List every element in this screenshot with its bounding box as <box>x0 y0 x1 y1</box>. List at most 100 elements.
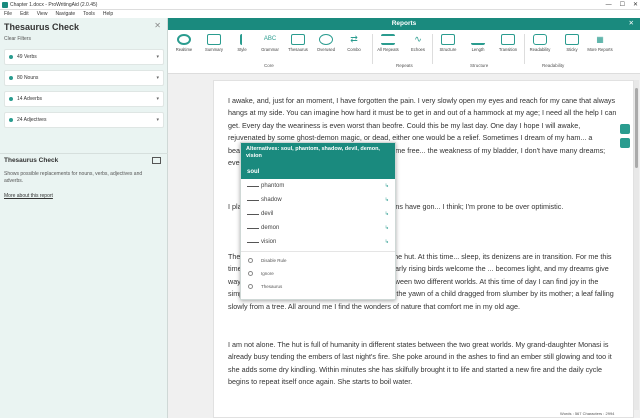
readability-icon <box>533 34 547 45</box>
scrollbar-thumb[interactable] <box>635 88 638 168</box>
group-separator <box>372 34 373 64</box>
filter-adverbs[interactable]: 14 Adverbs ▾ <box>4 91 164 107</box>
close-window-button[interactable]: ✕ <box>633 0 638 10</box>
tool-sticky[interactable]: Sticky <box>558 34 586 52</box>
tool-label: Structure <box>439 47 457 52</box>
menu-tools[interactable]: Tools <box>83 10 95 18</box>
tool-grammar[interactable]: ABC Grammar <box>256 34 284 52</box>
tool-combo[interactable]: ⇄ Combo <box>340 34 368 52</box>
tool-label: Transition <box>498 47 518 52</box>
replace-arrow-icon: ↳ <box>384 183 389 189</box>
chevron-down-icon: ▾ <box>156 96 159 102</box>
tool-label: Sticky <box>566 47 578 52</box>
user-icon[interactable] <box>620 124 630 134</box>
thesaurus-icon <box>291 34 305 45</box>
tool-realtime[interactable]: Realtime <box>170 34 198 52</box>
divider <box>0 153 168 154</box>
chevron-down-icon: ▾ <box>156 117 159 123</box>
dash-icon <box>247 242 259 243</box>
repeats-icon <box>381 34 395 45</box>
scrollbar[interactable] <box>634 80 639 410</box>
filter-adjectives[interactable]: 24 Adjectives ▾ <box>4 112 164 128</box>
maximize-button[interactable]: ☐ <box>620 0 625 10</box>
section-title: Thesaurus Check <box>4 157 59 164</box>
filter-nouns[interactable]: 80 Nouns ▾ <box>4 70 164 86</box>
more-about-link[interactable]: More about this report <box>4 193 53 199</box>
minimize-button[interactable]: — <box>606 0 612 10</box>
tool-readability[interactable]: Readability <box>526 34 554 52</box>
filter-label: 49 Verbs <box>17 54 37 60</box>
chart-icon[interactable] <box>620 138 630 148</box>
clear-filters-link[interactable]: Clear Filters <box>4 36 31 42</box>
tool-length[interactable]: Length <box>464 34 492 52</box>
filter-label: 24 Adjectives <box>17 117 47 123</box>
status-bar: Words : 567 Characters : 2994 <box>560 411 615 416</box>
thesaurus-icon <box>248 284 253 289</box>
tool-label: Grammar <box>261 47 279 52</box>
tool-label: Summary <box>205 47 223 52</box>
tool-overused[interactable]: Overused <box>312 34 340 52</box>
filter-dot-icon <box>9 97 13 101</box>
replace-arrow-icon: ↳ <box>384 239 389 245</box>
group-label-readability: Readability <box>542 63 565 68</box>
dash-icon <box>247 228 259 229</box>
thesaurus-option[interactable]: Thesaurus <box>241 280 395 293</box>
right-toolbar <box>618 120 632 160</box>
app-logo-icon <box>2 2 8 8</box>
tool-label: More Reports <box>587 47 613 52</box>
replace-arrow-icon: ↳ <box>384 211 389 217</box>
paragraph-4[interactable]: I am not alone. The hut is full of human… <box>228 339 618 389</box>
dash-icon <box>247 214 259 215</box>
summary-icon <box>207 34 221 45</box>
tool-more-reports[interactable]: ▦ More Reports <box>586 34 614 52</box>
reports-header: Reports ✕ <box>168 18 640 30</box>
menu-edit[interactable]: Edit <box>20 10 29 18</box>
replace-arrow-icon: ↳ <box>384 225 389 231</box>
tool-transition[interactable]: Transition <box>494 34 522 52</box>
menu-file[interactable]: File <box>4 10 12 18</box>
style-icon <box>240 34 244 45</box>
tool-summary[interactable]: Summary <box>200 34 228 52</box>
tool-label: Combo <box>347 47 361 52</box>
option-label: Thesaurus <box>261 284 283 289</box>
tool-structure[interactable]: Structure <box>434 34 462 52</box>
alternative-item[interactable]: demon ↳ <box>241 221 395 235</box>
tool-label: Thesaurus <box>288 47 308 52</box>
close-reports-icon[interactable]: ✕ <box>629 18 634 30</box>
alternative-label: demon <box>261 225 280 231</box>
group-separator <box>524 34 525 64</box>
disable-rule-option[interactable]: Disable Rule <box>241 254 395 267</box>
panel-title: Thesaurus Check <box>4 22 80 32</box>
alternative-item[interactable]: devil ↳ <box>241 207 395 221</box>
alternative-label: soul <box>247 169 260 175</box>
ignore-option[interactable]: Ignore <box>241 267 395 280</box>
popup-header: Alternatives: soul, phantom, shadow, dev… <box>241 143 395 165</box>
alternative-item[interactable]: shadow ↳ <box>241 193 395 207</box>
menu-help[interactable]: Help <box>103 10 113 18</box>
section-description: Shows possible replacements for nouns, v… <box>4 171 143 184</box>
alternative-item[interactable]: vision ↳ <box>241 235 395 249</box>
alternative-label: vision <box>261 239 277 245</box>
group-label-core: Core <box>264 63 274 68</box>
filter-dot-icon <box>9 76 13 80</box>
tool-echoes[interactable]: ∿ Echoes <box>404 34 432 52</box>
tool-all-repeats[interactable]: All Repeats <box>374 34 402 52</box>
close-panel-icon[interactable]: ✕ <box>154 21 161 30</box>
menu-navigate[interactable]: Navigate <box>55 10 75 18</box>
tool-style[interactable]: Style <box>228 34 256 52</box>
tool-label: Echoes <box>411 47 425 52</box>
book-icon[interactable] <box>152 157 161 164</box>
alternatives-popup: Alternatives: soul, phantom, shadow, dev… <box>240 142 396 300</box>
structure-icon <box>441 34 455 45</box>
alternative-selected[interactable]: soul <box>241 165 395 179</box>
tool-label: Readability <box>529 47 551 52</box>
tool-thesaurus[interactable]: Thesaurus <box>284 34 312 52</box>
option-label: Disable Rule <box>261 258 287 263</box>
filter-verbs[interactable]: 49 Verbs ▾ <box>4 49 164 65</box>
alternative-item[interactable]: phantom ↳ <box>241 179 395 193</box>
chevron-down-icon: ▾ <box>156 54 159 60</box>
sticky-icon <box>565 34 579 45</box>
reports-title: Reports <box>391 20 417 27</box>
option-label: Ignore <box>261 271 274 276</box>
menu-view[interactable]: View <box>37 10 48 18</box>
